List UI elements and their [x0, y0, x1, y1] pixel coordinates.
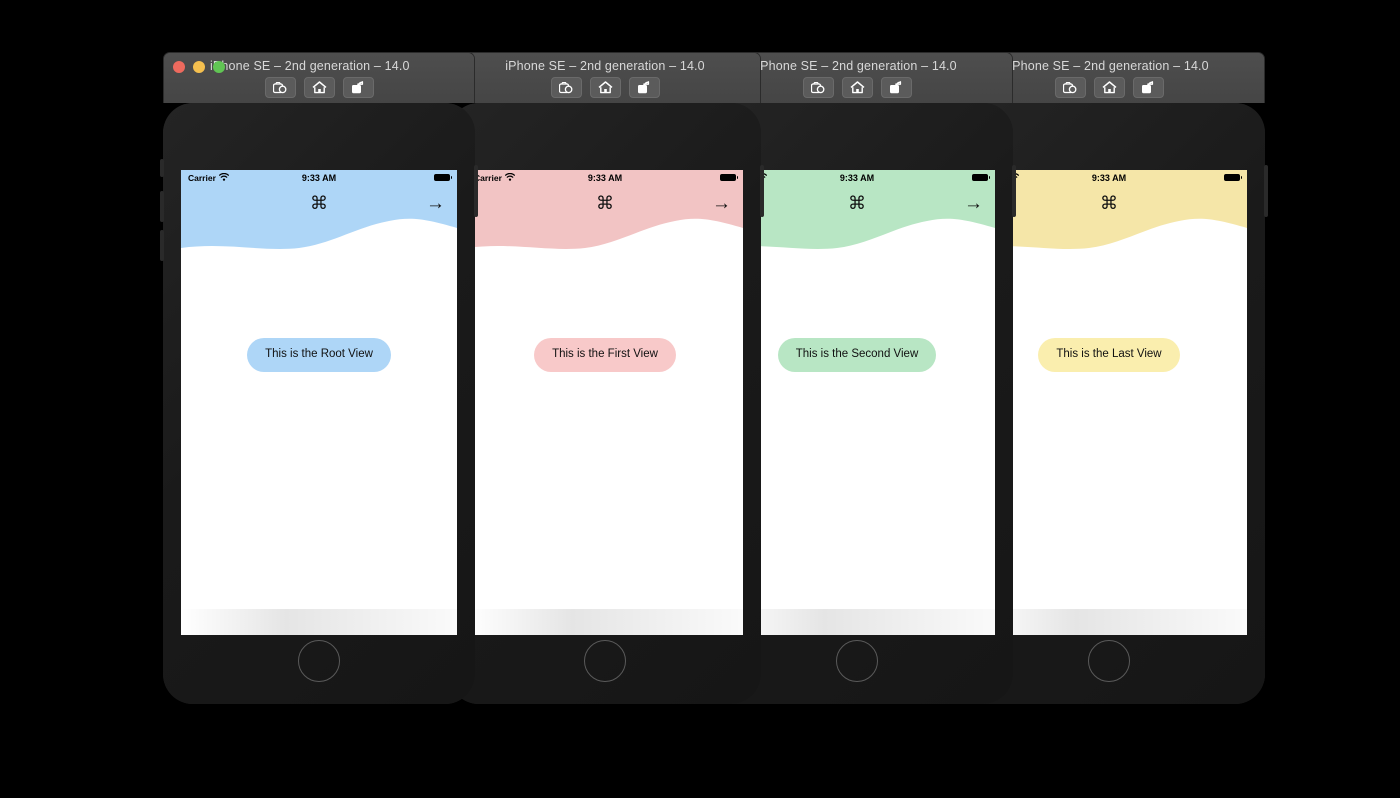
home-button[interactable]	[836, 640, 878, 682]
command-icon: ⌘	[310, 193, 328, 213]
rotate-icon	[637, 81, 651, 94]
screenshot-button[interactable]	[550, 77, 582, 98]
rotate-button[interactable]	[628, 77, 660, 98]
home-icon	[312, 81, 327, 94]
close-button[interactable]	[173, 61, 185, 73]
status-bar-right	[605, 173, 738, 182]
battery-icon	[972, 173, 990, 182]
view-label-pill: This is the First View	[534, 338, 676, 372]
device-screen[interactable]: Carrier 9:33 AM ⌘ → This is the First View	[467, 170, 743, 635]
power-button[interactable]	[474, 165, 478, 217]
navigation-bar: ⌘→	[467, 188, 743, 218]
status-bar-right	[1109, 173, 1242, 182]
screen-content: This is the First View	[467, 265, 743, 635]
camera-icon	[272, 81, 288, 94]
simulator-window-first[interactable]: iPhone SE – 2nd generation – 14.0 Carrier…	[446, 52, 764, 704]
camera-icon	[810, 81, 826, 94]
command-icon: ⌘	[596, 193, 614, 213]
rotate-button[interactable]	[1132, 77, 1164, 98]
home-icon	[1102, 81, 1117, 94]
zoom-button[interactable]	[213, 61, 225, 73]
screenshot-button[interactable]	[1054, 77, 1086, 98]
minimize-button[interactable]	[193, 61, 205, 73]
battery-icon	[720, 173, 738, 182]
rotate-icon	[351, 81, 365, 94]
volume-up-button[interactable]	[160, 191, 164, 222]
battery-icon	[1224, 173, 1242, 182]
screenshot-button[interactable]	[802, 77, 834, 98]
power-button[interactable]	[760, 165, 764, 217]
view-label-pill: This is the Root View	[247, 338, 391, 372]
home-button[interactable]	[1088, 640, 1130, 682]
rotate-icon	[1141, 81, 1155, 94]
power-button[interactable]	[1264, 165, 1268, 217]
view-label-pill: This is the Last View	[1038, 338, 1180, 372]
simulator-toolbar	[164, 77, 474, 98]
camera-icon	[1062, 81, 1078, 94]
rotate-button[interactable]	[880, 77, 912, 98]
simulator-window-root[interactable]: iPhone SE – 2nd generation – 14.0 Carrier…	[160, 52, 478, 704]
silent-switch[interactable]	[160, 159, 164, 177]
device-body: Carrier 9:33 AM ⌘ → This is the Root View	[160, 103, 478, 704]
home-button[interactable]	[589, 77, 621, 98]
window-title: iPhone SE – 2nd generation – 14.0	[505, 59, 705, 73]
view-label-pill: This is the Second View	[777, 338, 937, 372]
navigation-bar: ⌘→	[181, 188, 457, 218]
window-controls	[173, 61, 225, 73]
home-button[interactable]	[303, 77, 335, 98]
window-titlebar[interactable]: iPhone SE – 2nd generation – 14.0	[163, 52, 475, 103]
screenshot-button[interactable]	[264, 77, 296, 98]
rotate-button[interactable]	[342, 77, 374, 98]
home-button[interactable]	[1093, 77, 1125, 98]
device-screen[interactable]: Carrier 9:33 AM ⌘ → This is the Root View	[181, 170, 457, 635]
rotate-icon	[889, 81, 903, 94]
status-bar-right	[319, 173, 452, 182]
status-bar-right	[857, 173, 990, 182]
camera-icon	[558, 81, 574, 94]
device-body: Carrier 9:33 AM ⌘ → This is the First View	[446, 103, 764, 704]
desktop-background: iPhone SE – 2nd generation – 14.0 Carrier…	[0, 0, 1400, 798]
battery-icon	[434, 173, 452, 182]
simulator-toolbar	[450, 77, 760, 98]
volume-down-button[interactable]	[160, 230, 164, 261]
home-button[interactable]	[298, 640, 340, 682]
home-icon	[850, 81, 865, 94]
ios-status-bar: Carrier9:33 AM	[467, 170, 743, 185]
home-button[interactable]	[841, 77, 873, 98]
power-button[interactable]	[1012, 165, 1016, 217]
screen-content: This is the Root View	[181, 265, 457, 635]
ios-status-bar: Carrier9:33 AM	[181, 170, 457, 185]
home-button[interactable]	[584, 640, 626, 682]
home-icon	[598, 81, 613, 94]
window-titlebar[interactable]: iPhone SE – 2nd generation – 14.0	[449, 52, 761, 103]
